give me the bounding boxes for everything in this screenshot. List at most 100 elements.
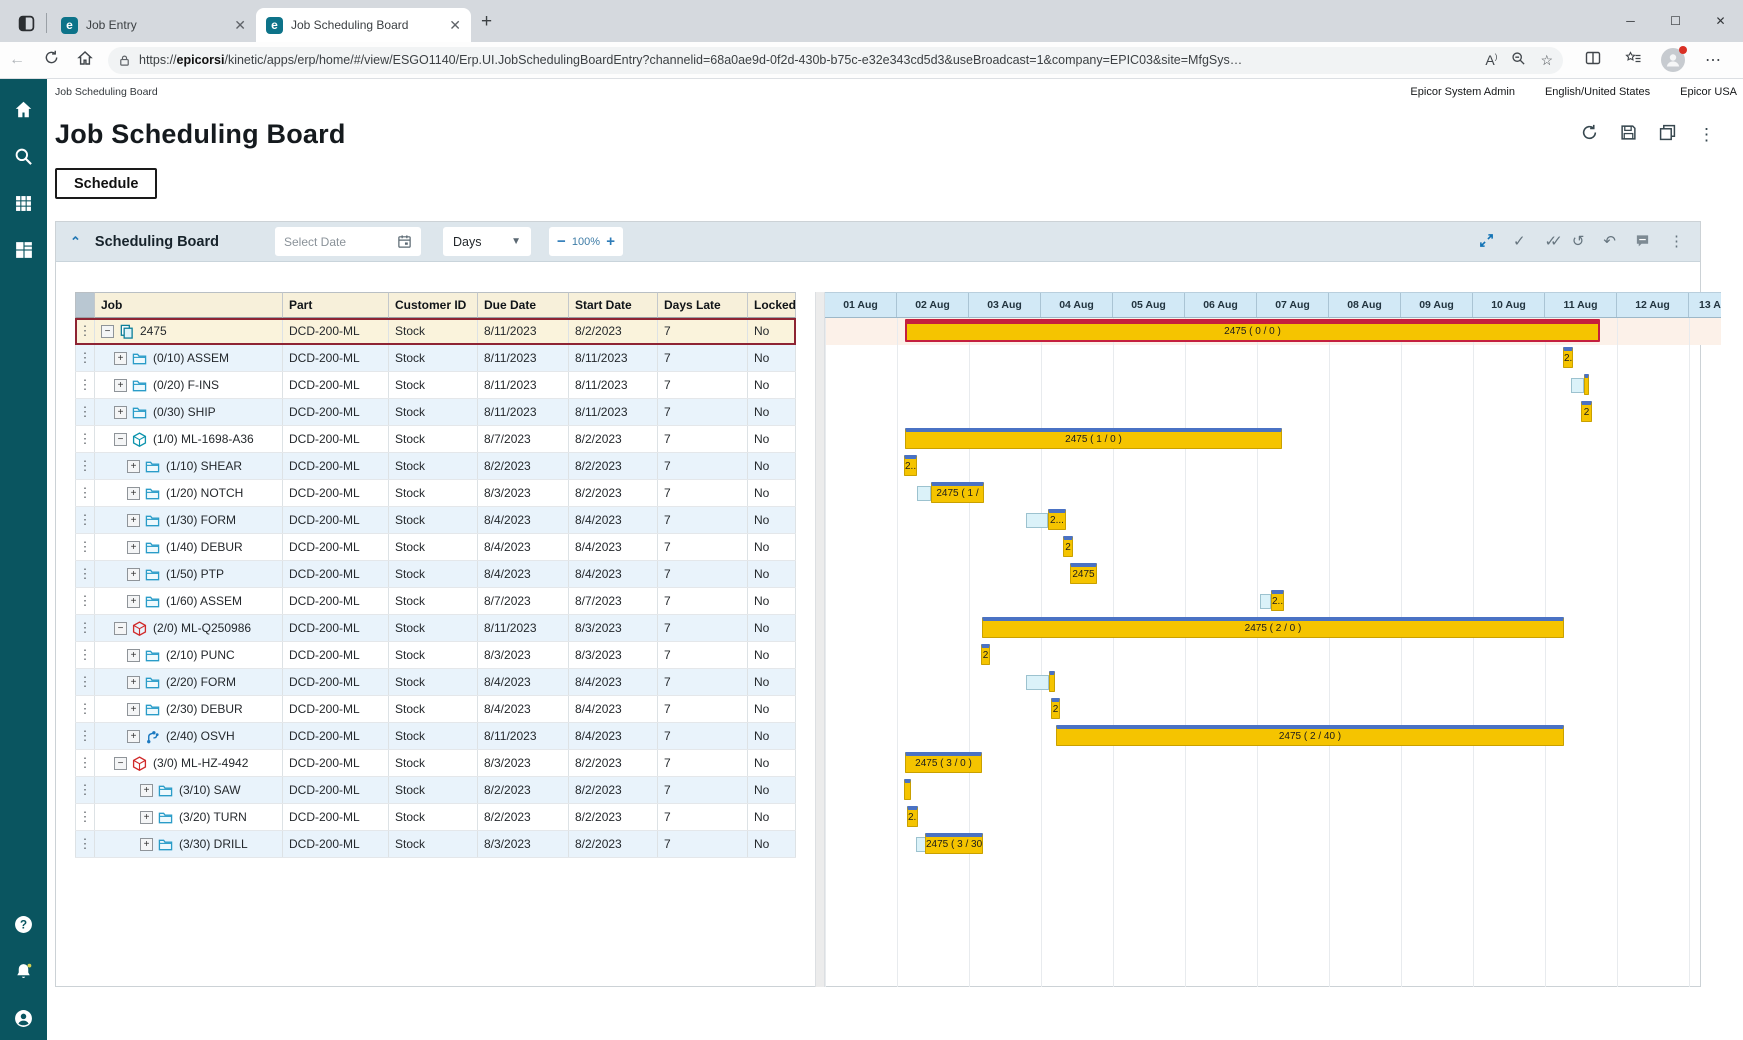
gantt-setup-block[interactable]	[1260, 594, 1271, 609]
expand-toggle-icon[interactable]: +	[114, 406, 127, 419]
column-header-days-late[interactable]: Days Late	[658, 292, 748, 318]
session-user[interactable]: Epicor System Admin	[1410, 86, 1515, 98]
select-date-input[interactable]: Select Date	[275, 227, 421, 256]
address-bar[interactable]: https://epicorsi/kinetic/apps/erp/home/#…	[108, 47, 1563, 74]
job-cell[interactable]: +(0/30) SHIP	[95, 399, 283, 425]
job-cell[interactable]: +(3/10) SAW	[95, 777, 283, 803]
expand-toggle-icon[interactable]: +	[127, 514, 140, 527]
expand-toggle-icon[interactable]: +	[127, 730, 140, 743]
close-tab-icon[interactable]: ✕	[449, 17, 461, 34]
session-company[interactable]: Epicor USA	[1680, 86, 1737, 98]
row-drag-handle-icon[interactable]: ⋮	[75, 804, 95, 830]
gantt-bar[interactable]: 2475	[1070, 563, 1097, 584]
gantt-bar[interactable]: 2475 ( 1 /	[931, 482, 984, 503]
table-row[interactable]: ⋮+(3/30) DRILLDCD-200-MLStock8/3/20238/2…	[75, 831, 796, 858]
table-row[interactable]: ⋮−(1/0) ML-1698-A36DCD-200-MLStock8/7/20…	[75, 426, 796, 453]
column-header-locked[interactable]: Locked	[748, 292, 796, 318]
refresh-icon[interactable]	[34, 50, 68, 70]
row-drag-handle-icon[interactable]: ⋮	[75, 588, 95, 614]
table-row[interactable]: ⋮+(0/30) SHIPDCD-200-MLStock8/11/20238/1…	[75, 399, 796, 426]
restore-layout-icon[interactable]	[1659, 124, 1676, 144]
refresh-page-icon[interactable]	[1581, 124, 1598, 144]
table-row[interactable]: ⋮+(2/10) PUNCDCD-200-MLStock8/3/20238/3/…	[75, 642, 796, 669]
close-tab-icon[interactable]: ✕	[234, 17, 246, 34]
close-window-button[interactable]: ✕	[1698, 0, 1743, 42]
help-icon[interactable]	[14, 914, 34, 934]
gantt-bar[interactable]: 2475 ( 2 / 40 )	[1056, 725, 1564, 746]
calendar-icon[interactable]	[397, 234, 412, 249]
gantt-bar[interactable]	[1584, 374, 1589, 395]
collapse-toggle-icon[interactable]: −	[114, 433, 127, 446]
fullscreen-icon[interactable]	[1479, 233, 1494, 251]
schedule-button[interactable]: Schedule	[55, 168, 157, 199]
job-cell[interactable]: +(1/40) DEBUR	[95, 534, 283, 560]
undo-icon[interactable]: ↶	[1603, 234, 1616, 249]
search-nav-icon[interactable]	[14, 146, 34, 166]
collapse-toggle-icon[interactable]: −	[114, 757, 127, 770]
job-cell[interactable]: +(1/20) NOTCH	[95, 480, 283, 506]
gantt-bar[interactable]	[1049, 671, 1055, 692]
gantt-bar[interactable]: 2...	[1048, 509, 1066, 530]
table-row[interactable]: ⋮+(1/60) ASSEMDCD-200-MLStock8/7/20238/7…	[75, 588, 796, 615]
job-cell[interactable]: +(2/10) PUNC	[95, 642, 283, 668]
minimize-button[interactable]: ─	[1608, 0, 1653, 42]
table-row[interactable]: ⋮+(3/10) SAWDCD-200-MLStock8/2/20238/2/2…	[75, 777, 796, 804]
job-cell[interactable]: +(1/30) FORM	[95, 507, 283, 533]
user-profile-icon[interactable]	[14, 1008, 34, 1028]
home-icon[interactable]	[68, 50, 102, 71]
expand-toggle-icon[interactable]: +	[127, 460, 140, 473]
maximize-button[interactable]: ☐	[1653, 0, 1698, 42]
expand-toggle-icon[interactable]: +	[140, 811, 153, 824]
zoom-out-icon[interactable]	[1511, 51, 1526, 69]
tab-actions-icon[interactable]	[12, 9, 40, 37]
expand-toggle-icon[interactable]: +	[127, 649, 140, 662]
comment-icon[interactable]	[1635, 233, 1650, 251]
accept-all-icon[interactable]: ✓✓	[1545, 234, 1553, 249]
job-cell[interactable]: +(0/10) ASSEM	[95, 345, 283, 371]
table-row[interactable]: ⋮−(2/0) ML-Q250986DCD-200-MLStock8/11/20…	[75, 615, 796, 642]
row-drag-handle-icon[interactable]: ⋮	[75, 453, 95, 479]
gantt-bar[interactable]: 2...	[907, 806, 918, 827]
read-aloud-icon[interactable]: A)	[1485, 52, 1497, 68]
job-cell[interactable]: +(2/20) FORM	[95, 669, 283, 695]
gantt-setup-block[interactable]	[917, 486, 931, 501]
gantt-bar[interactable]: 2	[1063, 536, 1073, 557]
table-row[interactable]: ⋮−(3/0) ML-HZ-4942DCD-200-MLStock8/3/202…	[75, 750, 796, 777]
interval-select[interactable]: Days ▼	[443, 227, 531, 256]
accept-icon[interactable]: ✓	[1513, 234, 1526, 249]
table-row[interactable]: ⋮+(0/20) F-INSDCD-200-MLStock8/11/20238/…	[75, 372, 796, 399]
apps-grid-icon[interactable]	[14, 193, 34, 213]
gantt-bar[interactable]: 2475 ( 3 / 0 )	[905, 752, 982, 773]
expand-toggle-icon[interactable]: +	[114, 379, 127, 392]
session-language[interactable]: English/United States	[1545, 86, 1650, 98]
row-drag-handle-icon[interactable]: ⋮	[75, 318, 95, 344]
row-drag-handle-icon[interactable]: ⋮	[75, 723, 95, 749]
gantt-bar[interactable]: 2	[981, 644, 990, 665]
browser-tab-job-entry[interactable]: e Job Entry ✕	[51, 8, 256, 42]
favorites-bar-icon[interactable]	[1613, 50, 1653, 71]
row-drag-handle-icon[interactable]: ⋮	[75, 831, 95, 857]
row-drag-handle-icon[interactable]: ⋮	[75, 534, 95, 560]
gantt-bar[interactable]: 2	[1581, 401, 1592, 422]
table-row[interactable]: ⋮+(2/30) DEBURDCD-200-MLStock8/4/20238/4…	[75, 696, 796, 723]
expand-toggle-icon[interactable]: +	[140, 784, 153, 797]
job-cell[interactable]: −(3/0) ML-HZ-4942	[95, 750, 283, 776]
column-header-customer[interactable]: Customer ID	[389, 292, 478, 318]
dashboard-icon[interactable]	[14, 240, 34, 260]
split-screen-icon[interactable]	[1573, 50, 1613, 71]
overflow-menu-icon[interactable]: ⋮	[1698, 126, 1715, 143]
favorite-star-icon[interactable]: ☆	[1540, 52, 1553, 69]
notifications-bell-icon[interactable]	[14, 961, 34, 981]
job-cell[interactable]: +(1/10) SHEAR	[95, 453, 283, 479]
row-drag-handle-icon[interactable]: ⋮	[75, 399, 95, 425]
job-cell[interactable]: +(3/30) DRILL	[95, 831, 283, 857]
expand-toggle-icon[interactable]: +	[127, 568, 140, 581]
gantt-bar[interactable]: 2...	[1271, 590, 1284, 611]
back-icon[interactable]: ←	[0, 51, 34, 69]
table-row[interactable]: ⋮+(3/20) TURNDCD-200-MLStock8/2/20238/2/…	[75, 804, 796, 831]
job-cell[interactable]: +(3/20) TURN	[95, 804, 283, 830]
table-row[interactable]: ⋮+(2/40) OSVHDCD-200-MLStock8/11/20238/4…	[75, 723, 796, 750]
browser-profile-avatar[interactable]	[1661, 48, 1685, 72]
row-drag-handle-icon[interactable]: ⋮	[75, 507, 95, 533]
home-nav-icon[interactable]	[14, 99, 34, 119]
